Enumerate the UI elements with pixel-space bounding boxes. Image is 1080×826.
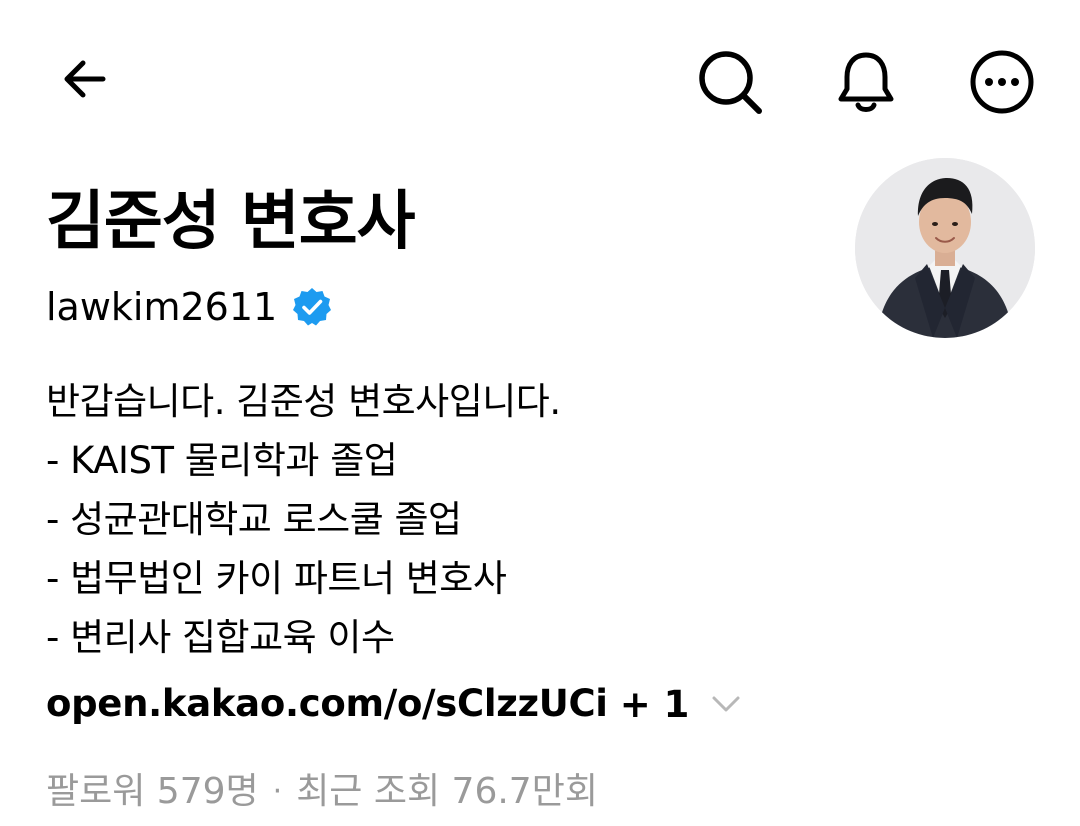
verified-badge-icon [291, 286, 333, 328]
bio-line: 반갑습니다. 김준성 변호사입니다. [46, 380, 561, 423]
profile-link[interactable]: open.kakao.com/o/sClzzUCi [46, 676, 608, 732]
back-button[interactable] [50, 44, 120, 114]
more-links-count[interactable]: + 1 [620, 683, 690, 726]
bio-line: - KAIST 물리학과 졸업 [46, 439, 398, 482]
search-icon [699, 51, 762, 114]
bio-line: - 변리사 집합교육 이수 [46, 616, 395, 659]
bio-line: - 법무법인 카이 파트너 변호사 [46, 557, 507, 600]
profile-photo [855, 158, 1035, 338]
username: lawkim2611 [46, 285, 278, 329]
bell-icon [838, 52, 894, 112]
followers-count[interactable]: 팔로워 579명 [46, 762, 259, 822]
profile-avatar[interactable] [855, 158, 1035, 338]
username-row: lawkim2611 [46, 282, 333, 332]
recent-views-count: 최근 조회 76.7만회 [296, 771, 598, 812]
bio-line: - 성균관대학교 로스쿨 졸업 [46, 498, 462, 541]
chevron-down-icon[interactable] [709, 687, 743, 721]
more-circle-icon [970, 50, 1034, 114]
arrow-left-icon [64, 60, 106, 98]
notifications-button[interactable] [828, 44, 904, 120]
stats-separator: · [272, 774, 283, 809]
bio: 반갑습니다. 김준성 변호사입니다. - KAIST 물리학과 졸업 - 성균관… [46, 372, 1026, 667]
search-button[interactable] [692, 44, 768, 120]
profile-links[interactable]: open.kakao.com/o/sClzzUCi + 1 [46, 676, 743, 732]
more-options-button[interactable] [964, 44, 1040, 120]
profile-page: 김준성 변호사 lawkim2611 반갑습니다. 김준성 변호사입니다. - … [0, 0, 1080, 826]
display-name: 김준성 변호사 [46, 185, 416, 259]
profile-stats: 팔로워 579명 · 최근 조회 76.7만회 [46, 762, 598, 822]
